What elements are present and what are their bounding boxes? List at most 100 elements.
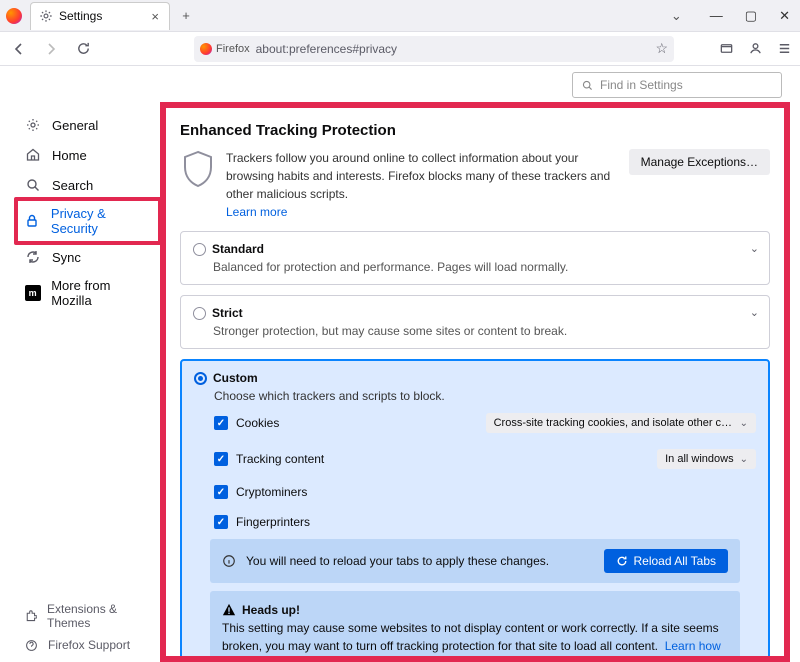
sidebar-item-label: More from Mozilla <box>51 278 150 308</box>
radio-standard[interactable] <box>193 243 206 256</box>
etp-option-standard[interactable]: ⌄ Standard Balanced for protection and p… <box>180 231 770 285</box>
info-icon <box>222 554 236 568</box>
url-text: about:preferences#privacy <box>256 42 650 56</box>
etp-learn-more-link[interactable]: Learn more <box>226 205 287 219</box>
firefox-logo-icon <box>6 8 22 24</box>
option-title: Custom <box>213 371 258 385</box>
new-tab-button[interactable]: + <box>174 4 198 28</box>
dropdown-value: Cross-site tracking cookies, and isolate… <box>494 417 734 429</box>
find-placeholder: Find in Settings <box>600 78 683 92</box>
etp-option-custom: Custom Choose which trackers and scripts… <box>180 359 770 662</box>
tab-close-icon[interactable]: × <box>149 9 161 24</box>
window-restore-icon[interactable]: ▢ <box>745 8 757 24</box>
checkbox-fingerprinters[interactable]: ✓ <box>214 515 228 529</box>
search-icon <box>581 79 594 92</box>
checkbox-tracking-content[interactable]: ✓ <box>214 452 228 466</box>
window-minimize-icon[interactable]: — <box>710 8 723 24</box>
tab-strip: Settings × + ⌄ — ▢ ✕ <box>0 0 800 32</box>
tracking-content-dropdown[interactable]: In all windows ⌄ <box>657 449 756 469</box>
mozilla-icon: m <box>24 284 41 302</box>
downloads-icon[interactable] <box>719 41 734 56</box>
browser-tab[interactable]: Settings × <box>30 2 170 30</box>
content-area: General Home Search Privacy & Security <box>0 66 800 662</box>
reload-all-tabs-button[interactable]: Reload All Tabs <box>604 549 729 573</box>
option-desc: Balanced for protection and performance.… <box>213 260 757 274</box>
etp-header-row: Trackers follow you around online to col… <box>180 149 770 221</box>
etp-option-strict[interactable]: ⌄ Strict Stronger protection, but may ca… <box>180 295 770 349</box>
nav-toolbar: Firefox about:preferences#privacy ☆ <box>0 32 800 66</box>
checkbox-label: Cryptominers <box>236 485 307 499</box>
sidebar-item-search[interactable]: Search <box>0 170 160 200</box>
option-title: Strict <box>212 306 243 320</box>
sidebar-item-support[interactable]: Firefox Support <box>0 634 160 656</box>
chevron-down-icon: ⌄ <box>740 418 748 429</box>
cookies-dropdown[interactable]: Cross-site tracking cookies, and isolate… <box>486 413 756 433</box>
gear-icon <box>39 9 53 23</box>
checkbox-cryptominers[interactable]: ✓ <box>214 485 228 499</box>
chevron-down-icon[interactable]: ⌄ <box>750 306 759 319</box>
search-icon <box>24 176 42 194</box>
lock-icon <box>24 212 41 230</box>
checkbox-cookies[interactable]: ✓ <box>214 416 228 430</box>
radio-strict[interactable] <box>193 307 206 320</box>
manage-exceptions-button[interactable]: Manage Exceptions… <box>629 149 770 175</box>
settings-main: Find in Settings Enhanced Tracking Prote… <box>160 66 800 662</box>
window-close-icon[interactable]: ✕ <box>779 8 790 24</box>
settings-sidebar: General Home Search Privacy & Security <box>0 66 160 662</box>
checkbox-label: Tracking content <box>236 452 324 466</box>
forward-button[interactable] <box>40 38 62 60</box>
sidebar-item-label: Sync <box>52 250 81 265</box>
reload-icon <box>616 555 628 567</box>
sidebar-item-label: Privacy & Security <box>51 206 150 236</box>
url-bar[interactable]: Firefox about:preferences#privacy ☆ <box>194 36 674 62</box>
dropdown-value: In all windows <box>665 453 733 465</box>
sidebar-item-label: Home <box>52 148 87 163</box>
sidebar-item-more-from-mozilla[interactable]: m More from Mozilla <box>0 272 160 314</box>
etp-intro-text: Trackers follow you around online to col… <box>226 151 610 201</box>
back-button[interactable] <box>8 38 30 60</box>
heads-up-body: This setting may cause some websites to … <box>222 621 719 653</box>
gear-icon <box>24 116 42 134</box>
chevron-down-icon[interactable]: ⌄ <box>750 242 759 255</box>
help-icon <box>24 638 38 652</box>
option-desc: Choose which trackers and scripts to blo… <box>214 389 756 403</box>
radio-custom[interactable] <box>194 372 207 385</box>
find-in-settings-input[interactable]: Find in Settings <box>572 72 782 98</box>
firefox-mini-logo-icon <box>200 43 212 55</box>
reload-notice-panel: You will need to reload your tabs to app… <box>210 539 740 583</box>
sidebar-item-label: Extensions & Themes <box>47 602 150 630</box>
sidebar-item-sync[interactable]: Sync <box>0 242 160 272</box>
sidebar-item-label: Firefox Support <box>48 638 130 652</box>
toolbar-right-icons <box>719 41 792 56</box>
section-heading: Enhanced Tracking Protection <box>180 122 770 139</box>
window-controls: ⌄ — ▢ ✕ <box>671 8 800 24</box>
sidebar-item-extensions[interactable]: Extensions & Themes <box>0 598 160 634</box>
tab-title: Settings <box>59 9 143 23</box>
custom-row-tracking-content: ✓ Tracking content In all windows ⌄ <box>214 449 756 469</box>
warning-icon <box>222 603 236 617</box>
bookmark-star-icon[interactable]: ☆ <box>655 40 668 57</box>
sidebar-footer: Extensions & Themes Firefox Support <box>0 598 160 656</box>
sidebar-item-label: General <box>52 118 98 133</box>
heads-up-title: Heads up! <box>242 601 300 619</box>
learn-how-link[interactable]: Learn how <box>665 639 721 653</box>
sidebar-item-home[interactable]: Home <box>0 140 160 170</box>
chevron-down-icon: ⌄ <box>740 454 748 465</box>
sync-icon <box>24 248 42 266</box>
reload-button[interactable] <box>72 38 94 60</box>
tabs-dropdown-icon[interactable]: ⌄ <box>671 8 682 24</box>
sidebar-item-general[interactable]: General <box>0 110 160 140</box>
identity-box[interactable]: Firefox <box>200 43 250 55</box>
highlighted-settings-panel: Enhanced Tracking Protection Trackers fo… <box>160 102 790 662</box>
puzzle-icon <box>24 609 37 623</box>
reload-notice-text: You will need to reload your tabs to app… <box>246 554 594 568</box>
account-icon[interactable] <box>748 41 763 56</box>
reload-button-label: Reload All Tabs <box>634 554 717 568</box>
custom-row-cryptominers: ✓ Cryptominers <box>214 485 756 499</box>
shield-icon <box>180 149 216 189</box>
etp-intro: Trackers follow you around online to col… <box>226 149 619 221</box>
option-desc: Stronger protection, but may cause some … <box>213 324 757 338</box>
identity-label: Firefox <box>216 43 250 55</box>
app-menu-icon[interactable] <box>777 41 792 56</box>
sidebar-item-privacy[interactable]: Privacy & Security <box>0 200 160 242</box>
